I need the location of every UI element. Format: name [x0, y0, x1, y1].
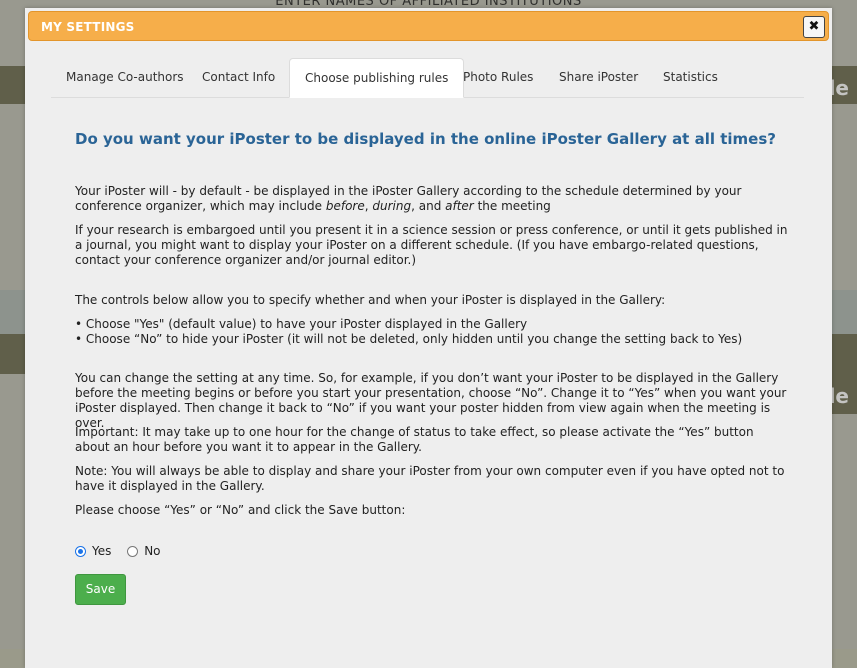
- tab-share-iposter[interactable]: Share iPoster: [544, 58, 653, 97]
- radio-yes-label[interactable]: Yes: [92, 544, 111, 558]
- settings-dialog: MY SETTINGS ✖ Manage Co-authors Contact …: [25, 8, 832, 668]
- controls-intro-paragraph: The controls below allow you to specify …: [75, 293, 666, 307]
- paragraph-text: , and: [411, 199, 446, 213]
- close-icon: ✖: [808, 19, 820, 34]
- tab-statistics[interactable]: Statistics: [648, 58, 733, 97]
- gallery-question: Do you want your iPoster to be displayed…: [75, 130, 776, 148]
- important-paragraph: Important: It may take up to one hour fo…: [75, 425, 754, 454]
- tab-manage-co-authors[interactable]: Manage Co-authors: [51, 58, 199, 97]
- emphasis-after: after: [445, 199, 474, 213]
- embargo-paragraph: If your research is embargoed until you …: [75, 223, 788, 267]
- radio-yes[interactable]: [75, 546, 86, 557]
- dialog-title: MY SETTINGS: [41, 20, 135, 34]
- save-button[interactable]: Save: [75, 574, 126, 605]
- radio-no-label[interactable]: No: [144, 544, 160, 558]
- close-button[interactable]: ✖: [803, 16, 825, 38]
- default-display-paragraph: Your iPoster will - by default - be disp…: [75, 184, 790, 214]
- bullet-no: • Choose “No” to hide your iPoster (it w…: [75, 332, 743, 346]
- radio-no[interactable]: [127, 546, 139, 557]
- bullet-yes: • Choose "Yes" (default value) to have y…: [75, 317, 528, 331]
- choose-instruction: Please choose “Yes” or “No” and click th…: [75, 503, 406, 517]
- emphasis-during: during: [372, 199, 412, 213]
- tab-choose-publishing-rules[interactable]: Choose publishing rules: [289, 58, 465, 98]
- paragraph-text: the meeting: [473, 199, 551, 213]
- display-choice-group: Yes No: [75, 544, 173, 558]
- tab-photo-rules[interactable]: Photo Rules: [448, 58, 548, 97]
- emphasis-before: before: [325, 199, 365, 213]
- note-paragraph: Note: You will always be able to display…: [75, 464, 785, 493]
- tab-contact-info[interactable]: Contact Info: [187, 58, 290, 97]
- settings-tabs: Manage Co-authors Contact Info Choose pu…: [51, 58, 804, 98]
- change-setting-paragraph: You can change the setting at any time. …: [75, 371, 787, 430]
- dialog-header: MY SETTINGS ✖: [28, 11, 829, 41]
